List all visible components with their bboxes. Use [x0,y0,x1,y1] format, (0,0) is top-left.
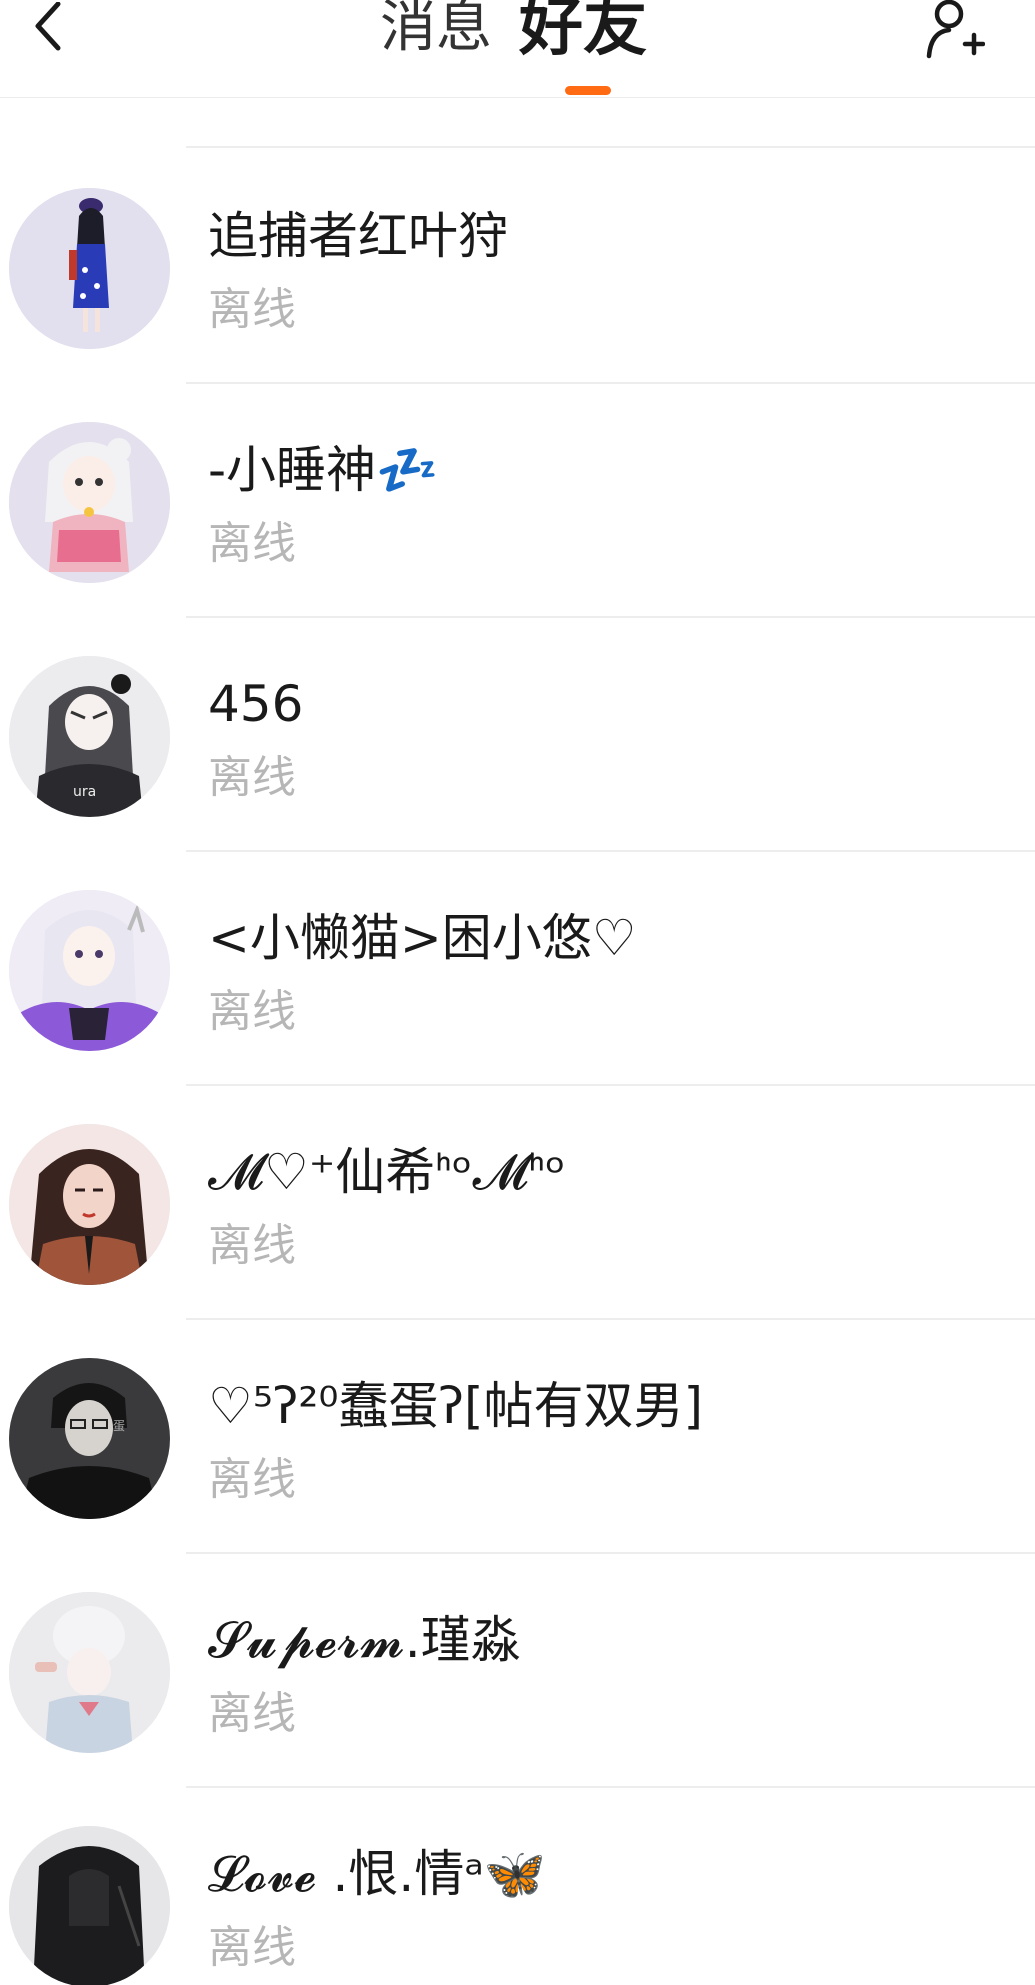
friend-status: 离线 [208,752,296,803]
friend-row[interactable]: <小懒猫>困小悠♡ 离线 [0,852,1035,1086]
friend-avatar [9,1826,170,1985]
add-user-icon [925,0,986,64]
friend-name: 𝓢𝓾𝓹𝓮𝓻𝓶.瑾淼 [208,1611,521,1669]
top-nav-bar: 消息 好友 [0,0,1035,98]
friend-name: 456 [208,675,304,733]
friends-list[interactable]: 离线 追捕者红叶狩 离线 [0,0,1035,1985]
friend-status: 离线 [208,1220,296,1271]
friend-row[interactable]: 蛋 ♡⁵ʔ²⁰蠢蛋ʔ[帖有双男] 离线 [0,1320,1035,1554]
friend-avatar [9,422,170,583]
friend-status: 离线 [208,1454,296,1505]
friend-avatar [9,1592,170,1753]
friend-row[interactable]: 𝓜♡⁺仙希ᑋᵒ𝓜ᑋᵒ 离线 [0,1086,1035,1320]
friend-status: 离线 [208,518,296,569]
friend-name: 𝓛𝓸𝓿𝓮 .恨.情ᵃ🦋 [208,1845,547,1903]
add-friend-button[interactable] [920,0,990,64]
friend-avatar: 蛋 [9,1358,170,1519]
friend-status: 离线 [208,284,296,335]
friend-row[interactable]: 追捕者红叶狩 离线 [0,150,1035,384]
friend-name: ♡⁵ʔ²⁰蠢蛋ʔ[帖有双男] [208,1377,703,1435]
tab-friends[interactable]: 好友 [519,0,647,68]
friend-status: 离线 [208,986,296,1037]
friend-avatar [9,1124,170,1285]
friend-status: 离线 [208,1688,296,1739]
friend-name: 𝓜♡⁺仙希ᑋᵒ𝓜ᑋᵒ [208,1143,566,1201]
friend-row[interactable]: 𝓢𝓾𝓹𝓮𝓻𝓶.瑾淼 离线 [0,1554,1035,1788]
back-button[interactable] [18,0,78,60]
friend-row[interactable]: -小睡神💤 离线 [0,384,1035,618]
active-tab-indicator [565,86,611,95]
row-divider [186,146,1035,148]
friends-screen: 离线 追捕者红叶狩 离线 [0,0,1035,1985]
friend-name: <小懒猫>困小悠♡ [208,909,637,967]
friend-row[interactable]: ura 456 离线 [0,618,1035,852]
svg-text:ura: ura [73,784,96,800]
svg-text:蛋: 蛋 [113,1419,125,1433]
friend-row[interactable]: 𝓛𝓸𝓿𝓮 .恨.情ᵃ🦋 离线 [0,1788,1035,1985]
friend-name: -小睡神💤 [208,441,439,499]
friend-avatar: ura [9,656,170,817]
friend-avatar [9,188,170,349]
friend-name: 追捕者红叶狩 [208,207,508,265]
chevron-left-icon [30,1,66,58]
tab-messages[interactable]: 消息 [380,0,492,68]
friend-status: 离线 [208,1922,296,1973]
friend-avatar [9,890,170,1051]
